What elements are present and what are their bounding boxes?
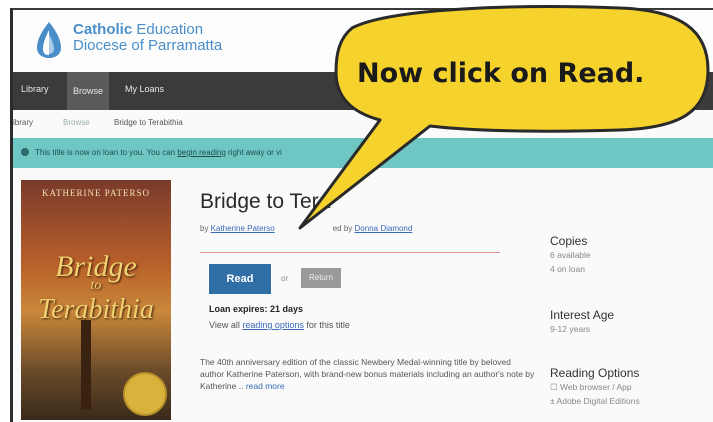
book-byline: by Katherine Paterso ed by Donna Diamond xyxy=(200,224,412,233)
callout-text: Now click on Read. xyxy=(357,58,645,89)
or-label: or xyxy=(281,274,289,283)
breadcrumb-library[interactable]: ibrary xyxy=(13,118,33,127)
copies-on-loan: 4 on loan xyxy=(550,264,585,274)
loan-alert: This title is now on loan to you. You ca… xyxy=(13,138,713,168)
nav-item-library[interactable]: Library xyxy=(21,84,49,94)
brand-name[interactable]: Catholic Education Diocese of Parramatta xyxy=(73,22,222,53)
view-all-options: View all reading options for this title xyxy=(209,320,350,330)
cover-tree-illustration xyxy=(81,320,91,410)
view-suffix: for this title xyxy=(303,320,350,330)
brand-line-2: Diocese of Parramatta xyxy=(73,37,223,54)
interest-age-heading: Interest Age xyxy=(550,308,615,322)
interest-age-value: 9-12 years xyxy=(550,324,591,334)
breadcrumb-browse[interactable]: Browse xyxy=(63,118,90,127)
divider xyxy=(200,252,500,253)
breadcrumb-current: Bridge to Terabithia xyxy=(114,118,183,127)
nav-item-my-loans[interactable]: My Loans xyxy=(125,84,164,94)
cover-title-3: Terabithia xyxy=(38,294,154,325)
catholic-education-logo-icon xyxy=(37,22,61,58)
copies-section: Copies 6 available 4 on loan xyxy=(550,234,591,276)
reading-option-web[interactable]: ☐ Web browser / App xyxy=(550,380,640,394)
book-title: Bridge to Tera xyxy=(200,190,331,213)
read-button[interactable]: Read xyxy=(209,264,271,294)
reading-options-link[interactable]: reading options xyxy=(242,320,304,330)
book-description: The 40th anniversary edition of the clas… xyxy=(200,356,535,392)
loan-expires: Loan expires: 21 days xyxy=(209,304,304,314)
cover-title-2: to xyxy=(90,278,102,293)
author-link[interactable]: Katherine Paterso xyxy=(211,224,275,233)
view-prefix: View all xyxy=(209,320,243,330)
check-circle-icon xyxy=(21,148,29,156)
return-button[interactable]: Return xyxy=(301,268,341,288)
cover-author: KATHERINE PATERSO xyxy=(42,188,150,198)
book-cover[interactable]: KATHERINE PATERSO Bridge to Terabithia xyxy=(21,180,171,420)
reading-options-heading: Reading Options xyxy=(550,366,640,380)
copies-heading: Copies xyxy=(550,234,588,248)
copies-available: 6 available xyxy=(550,250,591,260)
interest-age-section: Interest Age 9-12 years xyxy=(550,308,614,336)
illustrator-link[interactable]: Donna Diamond xyxy=(355,224,413,233)
brand-rest: Education xyxy=(132,21,204,38)
brand-bold: Catholic xyxy=(73,21,133,38)
illustrator-prefix: ed by xyxy=(332,224,355,233)
byline-prefix: by xyxy=(200,224,211,233)
begin-reading-link[interactable]: begin reading xyxy=(177,148,225,157)
reading-option-ade[interactable]: ± Adobe Digital Editions xyxy=(550,394,640,408)
alert-text: This title is now on loan to you. You ca… xyxy=(35,148,282,157)
newbery-medal-icon xyxy=(123,372,167,416)
breadcrumb: ibrary Browse Bridge to Terabithia xyxy=(13,114,713,132)
alert-text-after: right away or vi xyxy=(225,148,282,157)
reading-options-section: Reading Options ☐ Web browser / App ± Ad… xyxy=(550,366,640,408)
read-more-link[interactable]: read more xyxy=(246,381,285,391)
alert-text-before: This title is now on loan to you. You ca… xyxy=(35,148,178,157)
nav-item-browse[interactable]: Browse xyxy=(67,72,110,110)
